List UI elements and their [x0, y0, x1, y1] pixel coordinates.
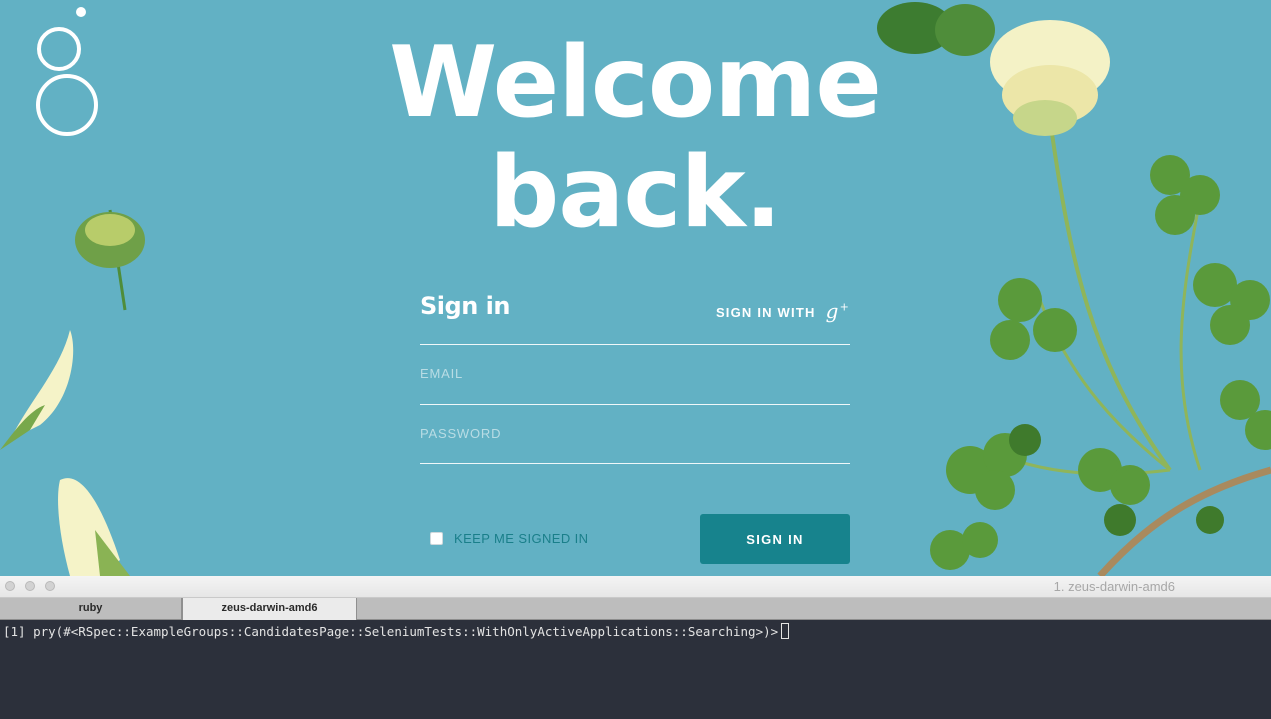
- keep-signed-in-label[interactable]: KEEP ME SIGNED IN: [454, 531, 588, 546]
- headline-line-1: Welcome: [389, 26, 882, 140]
- google-plus-icon-plus: +: [839, 300, 850, 314]
- terminal-window: 1. zeus-darwin-amd6 ruby zeus-darwin-amd…: [0, 576, 1271, 719]
- email-field[interactable]: [420, 357, 850, 389]
- zoom-window-icon[interactable]: [45, 581, 55, 591]
- flower-illustration-left: [0, 209, 145, 576]
- prompt-text: [1] pry(#<RSpec::ExampleGroups::Candidat…: [3, 624, 779, 639]
- terminal-cursor: [781, 623, 790, 639]
- keep-signed-in-toggle[interactable]: KEEP ME SIGNED IN: [430, 531, 588, 546]
- login-page: Welcome back. Sign in SIGN IN WITH g+ KE…: [0, 0, 1271, 576]
- tab-zeus-darwin-amd6[interactable]: zeus-darwin-amd6: [182, 598, 357, 620]
- signin-button[interactable]: SIGN IN: [700, 514, 850, 564]
- password-field[interactable]: [420, 417, 850, 449]
- signin-title: Sign in: [420, 292, 510, 320]
- screen: Welcome back. Sign in SIGN IN WITH g+ KE…: [0, 0, 1271, 719]
- keep-signed-in-checkbox[interactable]: [430, 532, 443, 545]
- tab-ruby[interactable]: ruby: [0, 598, 182, 619]
- minimize-window-icon[interactable]: [25, 581, 35, 591]
- clover-illustration-right: [877, 2, 1271, 576]
- google-plus-icon[interactable]: g+: [826, 299, 850, 323]
- password-underline: [420, 463, 850, 464]
- brand-logo-icon[interactable]: [30, 4, 102, 140]
- email-underline: [420, 404, 850, 405]
- google-plus-icon-letter: g: [825, 299, 840, 323]
- terminal-window-title: 1. zeus-darwin-amd6: [1053, 579, 1175, 594]
- terminal-tab-bar: ruby zeus-darwin-amd6: [0, 598, 1271, 620]
- headline-line-2: back.: [489, 136, 782, 250]
- close-window-icon[interactable]: [5, 581, 15, 591]
- welcome-headline: Welcome back.: [385, 28, 885, 248]
- google-signin-label: SIGN IN WITH: [715, 304, 816, 320]
- terminal-titlebar[interactable]: 1. zeus-darwin-amd6: [0, 576, 1271, 598]
- google-signin-link[interactable]: SIGN IN WITH g+: [715, 299, 850, 324]
- header-divider: [420, 344, 850, 345]
- terminal-prompt-line[interactable]: [1] pry(#<RSpec::ExampleGroups::Candidat…: [3, 623, 790, 639]
